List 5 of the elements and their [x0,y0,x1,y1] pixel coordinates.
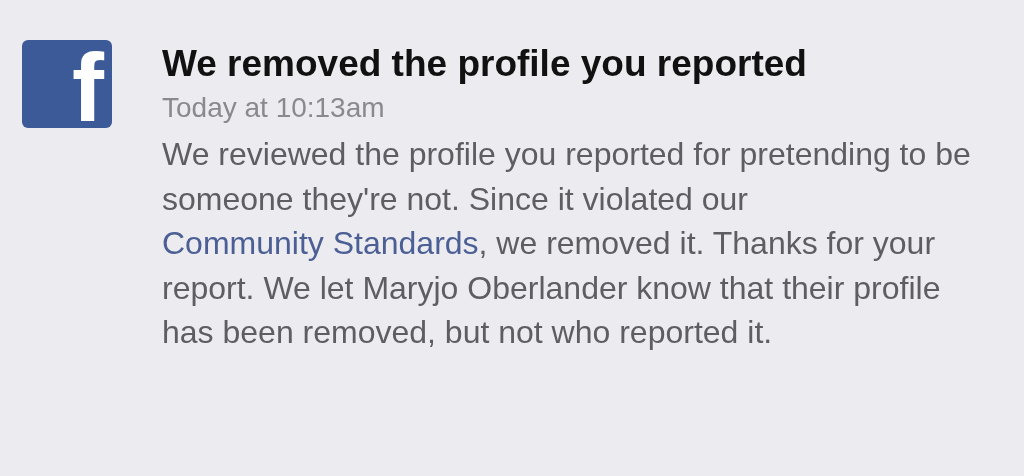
notification-time: Today at 10:13am [162,91,386,125]
notification-message: We reviewed the profile you reported for pretending to be someone they're not. Since it violated our Community Standards, we removed it. Thanks for your report. We let Maryjo Oberlander know that their profile has been removed, but not who reported it. [162,135,972,352]
notification-title: We removed the profile you reported [162,42,808,86]
community-standards-link[interactable]: Community Standards [162,225,479,261]
app-logo-icon: f [22,40,112,128]
